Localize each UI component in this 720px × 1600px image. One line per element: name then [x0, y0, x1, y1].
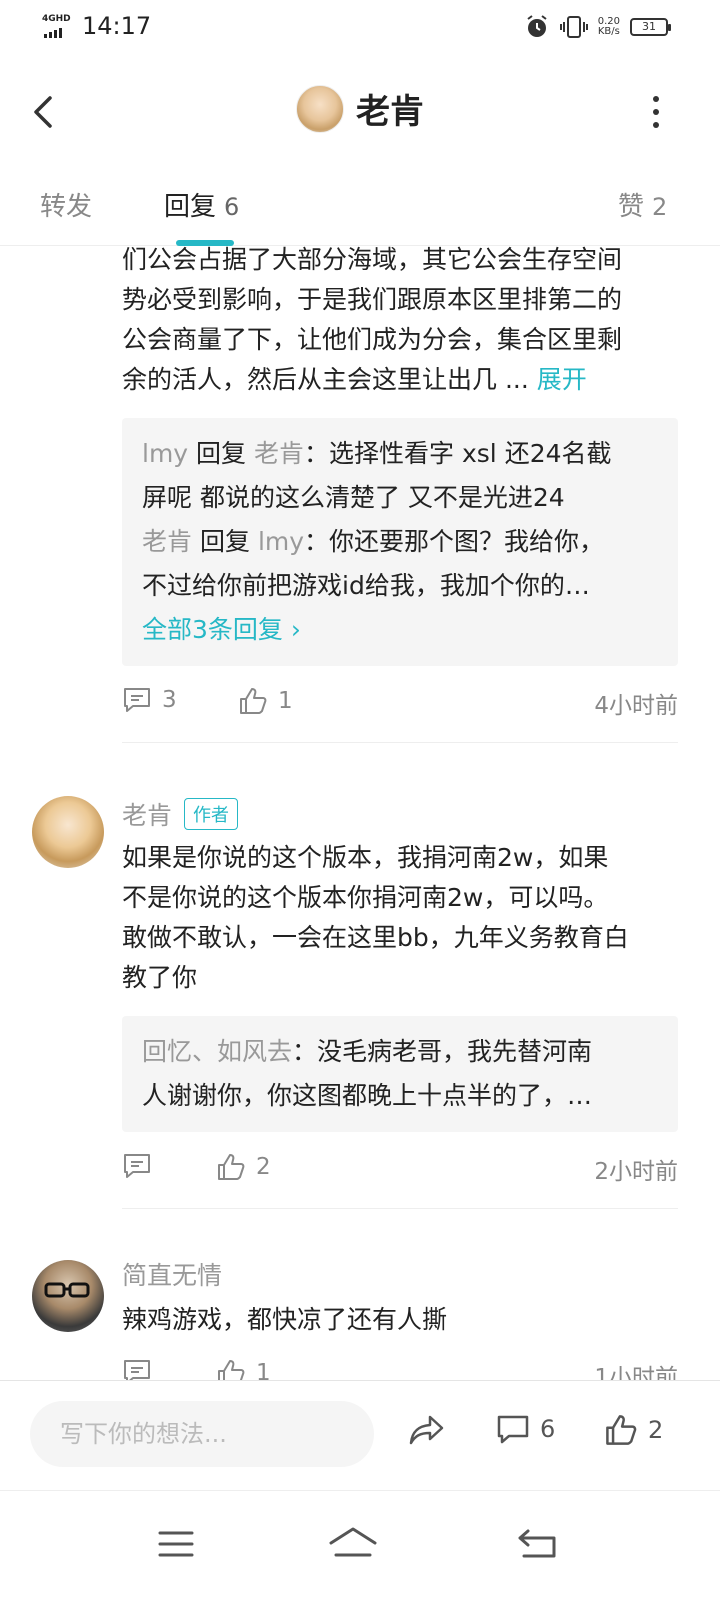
bottom-action-bar: 写下你的想法... 6 2 — [0, 1380, 720, 1490]
comment-input[interactable]: 写下你的想法... — [30, 1401, 374, 1467]
comments-button[interactable]: 6 — [496, 1413, 555, 1445]
tab-likes[interactable]: 赞2 — [618, 186, 667, 223]
reply-box[interactable]: lmy 回复 老肯：选择性看字 xsl 还24名截 屏呢 都说的这么清楚了 又不… — [122, 418, 678, 666]
comment-text: 如果是你说的这个版本，我捐河南2w，如果 不是你说的这个版本你捐河南2w，可以吗… — [122, 843, 629, 992]
reply-box[interactable]: 回忆、如风去：没毛病老哥，我先替河南 人谢谢你，你这图都晚上十点半的了，… — [122, 1016, 678, 1132]
signal-icon: 4GHD — [40, 12, 74, 40]
status-right: 0.20 KB/s 31 — [524, 14, 671, 40]
tab-count: 2 — [652, 193, 668, 221]
system-nav-bar — [0, 1490, 720, 1600]
vibrate-icon — [559, 16, 588, 38]
like-button[interactable]: 1 — [238, 686, 293, 716]
comment-icon — [497, 1415, 529, 1444]
like-button[interactable]: 2 — [604, 1413, 663, 1447]
share-icon — [409, 1415, 444, 1445]
comment-item: 们公会占据了大部分海域，其它公会生存空间 势必受到影响，于是我们跟原本区里排第二… — [0, 246, 720, 743]
comment-text: 辣鸡游戏，都快凉了还有人撕 — [122, 1305, 448, 1334]
thumbs-up-icon — [240, 688, 267, 714]
like-button[interactable]: 2 — [216, 1152, 271, 1182]
status-bar: 4GHD 14:17 0.20 KB/s 31 — [0, 0, 720, 56]
reply-item[interactable]: lmy 回复 老肯：选择性看字 xsl 还24名截 屏呢 都说的这么清楚了 又不… — [142, 432, 658, 520]
divider — [122, 742, 678, 743]
like-button[interactable]: 1 — [216, 1358, 271, 1380]
comment-item: 简直无情 辣鸡游戏，都快凉了还有人撕 1 1小时前 — [0, 1256, 720, 1380]
comment-author[interactable]: 老肯 作者 — [122, 796, 682, 832]
title-group: 老肯 — [0, 84, 720, 133]
comment-button[interactable] — [122, 1358, 152, 1380]
comment-button[interactable]: 3 — [122, 686, 177, 714]
comment-text: 们公会占据了大部分海域，其它公会生存空间 势必受到影响，于是我们跟原本区里排第二… — [122, 246, 623, 394]
tab-count: 6 — [224, 193, 240, 221]
comment-actions: 1 1小时前 — [122, 1340, 682, 1380]
comment-actions: 2 2小时前 — [122, 1132, 682, 1208]
tab-forward[interactable]: 转发 — [40, 186, 92, 223]
tab-replies[interactable]: 回复 6 — [164, 186, 239, 223]
clock: 14:17 — [82, 12, 152, 40]
home-icon[interactable] — [328, 1525, 378, 1561]
status-left: 4GHD 14:17 — [40, 12, 151, 40]
author-badge: 作者 — [184, 798, 239, 830]
battery-icon: 31 — [630, 18, 671, 36]
all-replies-link[interactable]: 全部3条回复 › — [142, 608, 658, 652]
page-title: 老肯 — [356, 92, 424, 132]
comment-list[interactable]: 们公会占据了大部分海域，其它公会生存空间 势必受到影响，于是我们跟原本区里排第二… — [0, 246, 720, 1380]
expand-link[interactable]: 展开 — [537, 365, 587, 394]
comment-icon — [124, 1154, 150, 1178]
comment-icon — [124, 688, 150, 712]
timestamp: 1小时前 — [594, 1365, 678, 1380]
reply-item[interactable]: 老肯 回复 lmy：你还要那个图？我给你， 不过给你前把游戏id给我，我加个你的… — [142, 520, 658, 608]
alarm-icon — [527, 15, 547, 37]
more-vertical-icon[interactable] — [652, 96, 660, 128]
glasses-icon — [44, 1282, 90, 1298]
share-button[interactable] — [408, 1413, 446, 1447]
comment-item: 老肯 作者 如果是你说的这个版本，我捐河南2w，如果 不是你说的这个版本你捐河南… — [0, 796, 720, 1209]
timestamp: 4小时前 — [594, 693, 678, 719]
comment-button[interactable] — [122, 1152, 152, 1180]
network-speed: 0.20 KB/s — [597, 16, 620, 37]
reply-item[interactable]: 回忆、如风去：没毛病老哥，我先替河南 人谢谢你，你这图都晚上十点半的了，… — [142, 1030, 658, 1118]
divider — [122, 1208, 678, 1209]
tab-label: 赞 — [618, 192, 645, 222]
comment-actions: 3 1 4小时前 — [122, 666, 682, 742]
thumbs-up-icon — [606, 1415, 637, 1445]
tab-label: 回复 — [164, 192, 217, 222]
back-icon[interactable] — [516, 1527, 558, 1561]
network-type: 4GHD — [42, 14, 71, 24]
avatar[interactable] — [32, 796, 104, 868]
thumbs-up-icon — [218, 1154, 245, 1180]
avatar[interactable] — [32, 1260, 104, 1332]
tab-bar: 转发 回复 6 赞2 — [0, 166, 720, 246]
comment-icon — [124, 1360, 150, 1380]
top-bar: 老肯 — [0, 56, 720, 166]
comment-author[interactable]: 简直无情 — [122, 1256, 682, 1292]
avatar[interactable] — [296, 84, 344, 133]
thumbs-up-icon — [218, 1360, 245, 1380]
tab-label: 转发 — [40, 192, 93, 222]
menu-icon[interactable] — [158, 1529, 194, 1559]
timestamp: 2小时前 — [594, 1159, 678, 1185]
